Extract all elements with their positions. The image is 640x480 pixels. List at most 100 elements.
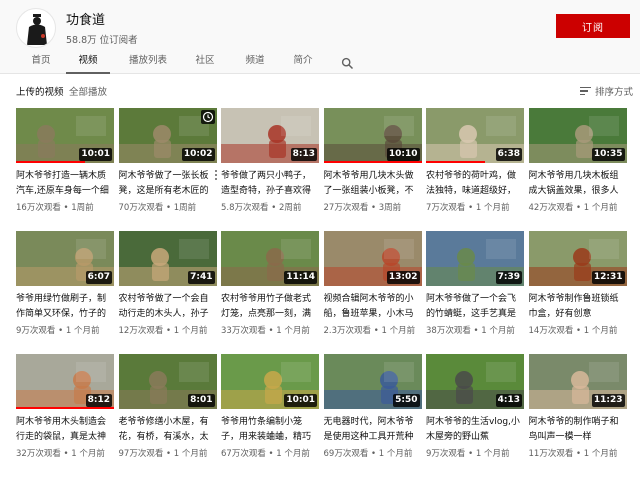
tab-community[interactable]: 社区 (188, 50, 222, 74)
video-card[interactable]: 6:07 爷爷用绿竹做刷子，制作简单又环保，竹子的妙用 9万次观看 • 1 个月前 (16, 231, 114, 345)
video-card[interactable]: 4:13 阿木爷爷的生活vlog,小木屋旁的野山蕉 9万次观看 • 1 个月前 (426, 354, 524, 468)
video-card[interactable]: 12:31 阿木爷爷制作鲁班锁纸巾盒，好有创意 14万次观看 • 1 个月前 (528, 231, 627, 345)
video-card[interactable]: 13:02 视频合辑阿木爷爷的小船，鲁班苹果，小木马大集合 2.3万次观看 • 1 … (323, 231, 422, 345)
video-views: 27万次观看 (323, 203, 369, 213)
subscribe-button[interactable]: 订阅 (556, 14, 630, 38)
video-thumbnail[interactable]: 10:01 (16, 108, 114, 163)
meta-separator: • (268, 203, 279, 213)
meta-separator: • (265, 449, 277, 459)
meta-separator: • (163, 203, 174, 213)
meta-separator: • (573, 203, 584, 213)
video-views: 14万次观看 (528, 326, 574, 336)
video-age: 3周前 (378, 203, 402, 213)
video-thumbnail[interactable]: 11:14 (221, 231, 319, 286)
video-thumbnail[interactable]: 6:07 (16, 231, 114, 286)
video-meta: 70万次观看 • 1周前 (119, 201, 217, 216)
video-age: 1 个月前 (71, 449, 105, 459)
video-card[interactable]: 8:13 爷爷做了两只小鸭子，造型奇特，孙子喜欢得不得了 5.8万次观看 • 2周前 (221, 108, 319, 222)
video-thumbnail[interactable]: 8:01 (118, 354, 217, 409)
subscriber-count: 58.8万 位订阅者 (66, 35, 138, 46)
video-title[interactable]: 老爷爷修缮小木屋，有花，有桥，有溪水，太美了 (119, 415, 215, 445)
video-thumbnail[interactable]: 13:02 (323, 231, 422, 286)
video-title[interactable]: 爷爷用绿竹做刷子，制作简单又环保，竹子的妙用 (16, 292, 112, 322)
more-options-icon[interactable] (214, 170, 218, 182)
video-meta: 16万次观看 • 1周前 (16, 201, 114, 216)
video-title[interactable]: 阿木爷爷用几块木板组成大锅盖效果，很多人看不懂 (529, 169, 625, 199)
meta-separator: • (465, 203, 476, 213)
video-thumbnail[interactable]: 11:23 (528, 354, 627, 409)
tab-playlists[interactable]: 播放列表 (124, 50, 172, 74)
video-meta: 9万次观看 • 1 个月前 (426, 447, 524, 462)
tab-videos[interactable]: 视频 (66, 50, 110, 74)
video-views: 7万次观看 (426, 203, 466, 213)
video-title[interactable]: 农村爷爷用竹子做老式灯笼，点亮那一刻，满满的回忆 (221, 292, 317, 322)
clock-icon[interactable] (200, 110, 215, 124)
search-icon[interactable] (341, 55, 354, 70)
video-meta: 67万次观看 • 1 个月前 (221, 447, 319, 462)
video-card[interactable]: 8:12 阿木爷爷用木头制造会行走的袋鼠，真是太神奇了 32万次观看 • 1 个月前 (16, 354, 114, 468)
watch-progress-bar (16, 407, 114, 409)
tab-home[interactable]: 首页 (22, 50, 60, 74)
video-card[interactable]: 5:50 无电器时代，阿木爷爷是使用这种工具开荒种地的 69万次观看 • 1 个月前 (323, 354, 422, 468)
video-thumbnail[interactable]: 7:39 (426, 231, 524, 286)
video-age: 1 个月前 (276, 326, 310, 336)
video-thumbnail[interactable]: 10:02 (118, 108, 217, 163)
video-card[interactable]: 11:23 阿木爷爷的制作哨子和鸟叫声一模一样 11万次观看 • 1 个月前 (528, 354, 627, 468)
video-title[interactable]: 阿木爷爷制作鲁班锁纸巾盒，好有创意 (529, 292, 625, 322)
sort-button[interactable]: 排序方式 (580, 84, 633, 98)
video-thumbnail[interactable]: 6:38 (426, 108, 524, 163)
video-title[interactable]: 阿木爷爷用几块木头做了一张组装小板凳，不用一颗钉子 (324, 169, 420, 199)
video-title[interactable]: 阿木爷爷的制作哨子和鸟叫声一模一样 (529, 415, 625, 445)
video-card[interactable]: 10:01 阿木爷爷打造一辆木质汽车,还原车身每一个细节 16万次观看 • 1周前 (16, 108, 114, 222)
video-card[interactable]: 8:01 老爷爷修缮小木屋，有花，有桥，有溪水，太美了 97万次观看 • 1 个月前 (118, 354, 217, 468)
video-thumbnail[interactable]: 7:41 (118, 231, 217, 286)
video-thumbnail[interactable]: 5:50 (323, 354, 422, 409)
video-title[interactable]: 阿木爷爷做了一张长板凳，这是所有老木匠的必修课 (119, 169, 215, 199)
video-views: 67万次观看 (221, 449, 266, 459)
video-title[interactable]: 阿木爷爷用木头制造会行走的袋鼠，真是太神奇了 (16, 415, 112, 445)
video-views: 38万次观看 (426, 326, 471, 336)
video-title[interactable]: 视频合辑阿木爷爷的小船，鲁班苹果，小木马大集合 (324, 292, 420, 322)
video-title[interactable]: 农村爷爷做了一个会自动行走的木头人，孙子开心极了 (119, 292, 215, 322)
video-title[interactable]: 爷爷用竹条编制小笼子，用来装蛐蛐，精巧又实用 (221, 415, 317, 445)
video-card[interactable]: 6:38 农村爷爷的荷叶鸡，做法独特，味道超级好，孩子都爱吃 7万次观看 • 1 个… (426, 108, 524, 222)
video-age: 1周前 (173, 203, 197, 213)
video-duration: 8:13 (290, 148, 317, 161)
video-thumbnail[interactable]: 10:10 (323, 108, 422, 163)
video-title[interactable]: 爷爷做了两只小鸭子，造型奇特，孙子喜欢得不得了 (221, 169, 317, 199)
video-age: 1 个月前 (475, 449, 510, 459)
video-meta: 14万次观看 • 1 个月前 (529, 324, 627, 339)
video-age: 1 个月前 (475, 203, 510, 213)
video-title[interactable]: 阿木爷爷的生活vlog,小木屋旁的野山蕉 (426, 415, 522, 445)
tab-about[interactable]: 简介 (288, 50, 318, 74)
video-age: 1 个月前 (65, 326, 100, 336)
meta-separator: • (465, 449, 476, 459)
video-card[interactable]: 10:35 阿木爷爷用几块木板组成大锅盖效果，很多人看不懂 42万次观看 • 1 个… (528, 108, 627, 222)
video-views: 11万次观看 (528, 449, 574, 459)
tab-channels[interactable]: 频道 (238, 50, 272, 74)
video-thumbnail[interactable]: 8:12 (16, 354, 114, 409)
video-age: 1周前 (71, 203, 94, 213)
video-age: 1 个月前 (583, 449, 618, 459)
video-thumbnail[interactable]: 12:31 (528, 231, 627, 286)
video-duration: 7:39 (495, 271, 522, 284)
video-card[interactable]: 7:41 农村爷爷做了一个会自动行走的木头人，孙子开心极了 12万次观看 • 1 个… (118, 231, 217, 345)
video-card[interactable]: 10:01 爷爷用竹条编制小笼子，用来装蛐蛐，精巧又实用 67万次观看 • 1 个月… (221, 354, 319, 468)
video-title[interactable]: 阿木爷爷做了一个会飞的竹蜻蜓，这手艺真是绝了 (426, 292, 522, 322)
video-views: 2.3万次观看 (323, 326, 372, 336)
video-title[interactable]: 农村爷爷的荷叶鸡，做法独特，味道超级好，孩子都爱吃 (426, 169, 522, 199)
meta-separator: • (163, 449, 174, 459)
avatar[interactable] (16, 8, 56, 48)
video-card[interactable]: 11:14 农村爷爷用竹子做老式灯笼，点亮那一刻，满满的回忆 33万次观看 • 1 … (221, 231, 319, 345)
video-card[interactable]: 10:02 阿木爷爷做了一张长板凳，这是所有老木匠的必修课 70万次观看 • 1周前 (118, 108, 218, 222)
video-card[interactable]: 7:39 阿木爷爷做了一个会飞的竹蜻蜓，这手艺真是绝了 38万次观看 • 1 个月前 (426, 231, 524, 345)
video-meta: 7万次观看 • 1 个月前 (426, 201, 524, 216)
video-card[interactable]: 10:10 阿木爷爷用几块木头做了一张组装小板凳，不用一颗钉子 27万次观看 • 3… (323, 108, 422, 222)
video-thumbnail[interactable]: 10:35 (528, 108, 627, 163)
video-thumbnail[interactable]: 10:01 (221, 354, 319, 409)
play-all-button[interactable]: 全部播放 (69, 84, 107, 98)
video-title[interactable]: 无电器时代，阿木爷爷是使用这种工具开荒种地的 (324, 415, 420, 445)
video-title[interactable]: 阿木爷爷打造一辆木质汽车,还原车身每一个细节 (16, 169, 112, 199)
video-thumbnail[interactable]: 4:13 (426, 354, 524, 409)
video-thumbnail[interactable]: 8:13 (221, 108, 319, 163)
